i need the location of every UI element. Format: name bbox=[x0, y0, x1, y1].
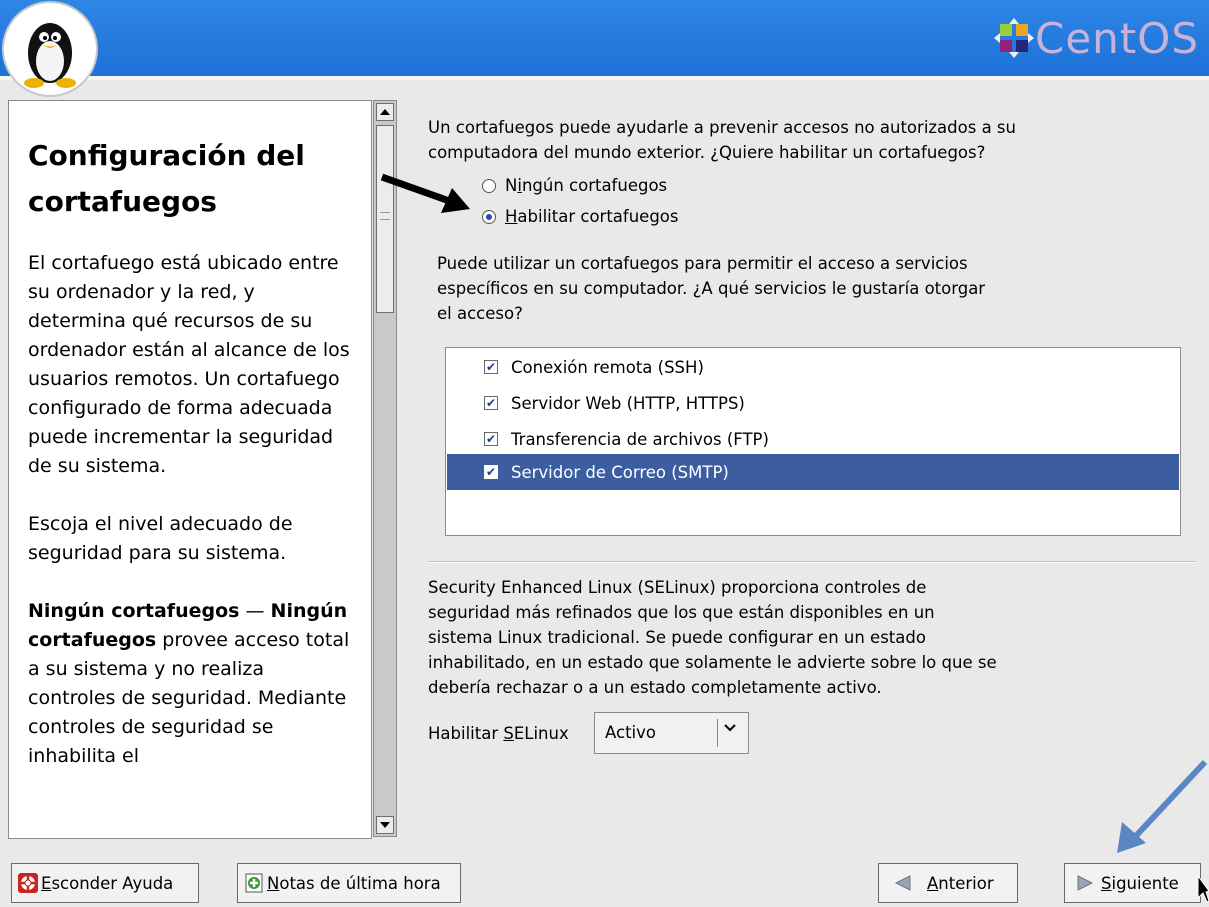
firewall-intro-line-1: Un cortafuegos puede ayudarle a prevenir… bbox=[428, 118, 1016, 137]
back-button[interactable]: Anterior bbox=[878, 863, 1018, 903]
help-paragraph-2: Escoja el nivel adecuado de seguridad pa… bbox=[28, 513, 293, 564]
help-scrollbar[interactable] bbox=[373, 100, 397, 837]
release-notes-label: Notas de última hora bbox=[267, 873, 441, 893]
selinux-text-line-3: sistema Linux tradicional. Se puede conf… bbox=[428, 628, 926, 647]
service-item-label: Transferencia de archivos (FTP) bbox=[511, 429, 769, 449]
section-divider bbox=[428, 561, 1196, 563]
chevron-down-icon[interactable] bbox=[724, 721, 736, 737]
hide-help-button[interactable]: Esconder Ayuda bbox=[11, 863, 199, 903]
back-label: Anterior bbox=[927, 873, 994, 893]
service-item-label: Conexión remota (SSH) bbox=[511, 357, 704, 377]
radio-enable-firewall-indicator[interactable] bbox=[482, 209, 496, 224]
triangle-right-icon bbox=[1075, 873, 1095, 893]
selinux-text-line-5: debería rechazar o a un estado completam… bbox=[428, 678, 882, 697]
lifebuoy-icon bbox=[18, 873, 38, 893]
centos-emblem-icon bbox=[994, 18, 1035, 58]
triangle-down-icon bbox=[380, 822, 390, 828]
help-dash: — bbox=[239, 600, 265, 622]
services-intro-line-2: específicos en su computador. ¿A qué ser… bbox=[437, 279, 986, 298]
release-notes-icon bbox=[244, 873, 264, 893]
next-button[interactable]: Siguiente bbox=[1064, 863, 1201, 903]
service-item-ftp[interactable]: ✔ Transferencia de archivos (FTP) bbox=[447, 421, 1179, 457]
service-item-http[interactable]: ✔ Servidor Web (HTTP, HTTPS) bbox=[447, 385, 1179, 421]
service-item-label: Servidor de Correo (SMTP) bbox=[511, 462, 729, 482]
service-http-checkbox[interactable]: ✔ bbox=[484, 396, 498, 410]
help-paragraph-3: Ningún cortafuegos — Ningún cortafuegos … bbox=[28, 597, 355, 771]
scroll-up-button[interactable] bbox=[376, 103, 394, 121]
help-panel: Configuración del cortafuegos El cortafu… bbox=[8, 100, 372, 839]
scroll-down-button[interactable] bbox=[376, 816, 394, 834]
service-item-label: Servidor Web (HTTP, HTTPS) bbox=[511, 393, 745, 413]
selinux-text-line-4: inhabilitado, en un estado que solamente… bbox=[428, 653, 997, 672]
selinux-select[interactable]: Activo bbox=[594, 712, 749, 754]
service-smtp-checkbox[interactable]: ✔ bbox=[484, 465, 498, 479]
radio-enable-firewall-label: Habilitar cortafuegos bbox=[505, 207, 679, 226]
release-notes-button[interactable]: Notas de última hora bbox=[237, 863, 461, 903]
select-divider bbox=[717, 719, 718, 747]
services-intro-line-3: el acceso? bbox=[437, 304, 523, 323]
help-title: Configuración del cortafuegos bbox=[28, 139, 305, 218]
triangle-up-icon bbox=[380, 109, 390, 115]
service-ftp-checkbox[interactable]: ✔ bbox=[484, 432, 498, 446]
service-ssh-checkbox[interactable]: ✔ bbox=[484, 360, 498, 374]
firewall-intro-line-2: computadora del mundo exterior. ¿Quiere … bbox=[428, 143, 986, 162]
blue-annotation-arrow-icon bbox=[1117, 759, 1208, 853]
scroll-thumb[interactable] bbox=[376, 125, 394, 313]
header-divider bbox=[0, 76, 1209, 80]
selinux-text-line-2: seguridad más refinados que los que está… bbox=[428, 603, 935, 622]
radio-no-firewall[interactable]: Ningún cortafuegos bbox=[482, 176, 667, 195]
service-item-ssh[interactable]: ✔ Conexión remota (SSH) bbox=[447, 349, 1179, 385]
service-item-smtp[interactable]: ✔ Servidor de Correo (SMTP) bbox=[447, 454, 1179, 490]
help-term-none: Ningún cortafuegos bbox=[28, 600, 240, 622]
selinux-text-line-1: Security Enhanced Linux (SELinux) propor… bbox=[428, 578, 927, 597]
help-paragraph-1: El cortafuego está ubicado entre su orde… bbox=[28, 252, 350, 477]
radio-enable-firewall[interactable]: Habilitar cortafuegos bbox=[482, 207, 678, 226]
tux-logo-icon bbox=[4, 3, 96, 95]
centos-logo: CentOS bbox=[993, 12, 1199, 64]
selinux-label: Habilitar SELinux bbox=[428, 724, 569, 743]
centos-logo-text: CentOS bbox=[1035, 13, 1199, 63]
hide-help-label: Esconder Ayuda bbox=[41, 873, 174, 893]
selinux-select-value: Activo bbox=[605, 723, 656, 742]
radio-no-firewall-label: Ningún cortafuegos bbox=[505, 176, 668, 195]
services-list[interactable]: ✔ Conexión remota (SSH) ✔ Servidor Web (… bbox=[445, 347, 1181, 536]
radio-no-firewall-indicator[interactable] bbox=[482, 178, 496, 193]
next-label: Siguiente bbox=[1101, 873, 1179, 893]
services-intro-line-1: Puede utilizar un cortafuegos para permi… bbox=[437, 254, 968, 273]
triangle-left-icon bbox=[893, 873, 913, 893]
